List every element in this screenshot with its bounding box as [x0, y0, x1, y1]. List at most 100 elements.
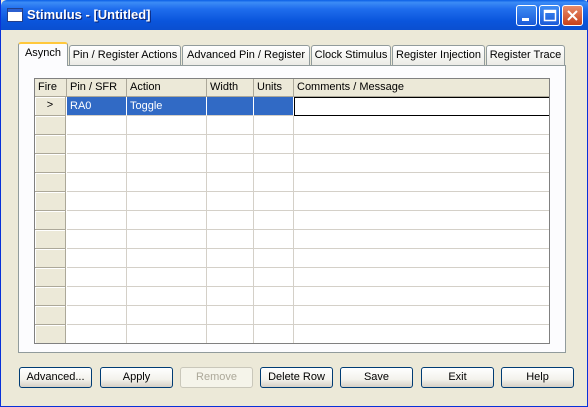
grid-cell-action[interactable]: Toggle — [127, 97, 207, 116]
close-button[interactable] — [562, 5, 583, 26]
grid-cell-width[interactable] — [207, 287, 254, 306]
grid-cell-pin[interactable] — [67, 287, 127, 306]
grid-cell-action[interactable] — [127, 268, 207, 287]
row-fire-button[interactable] — [35, 135, 66, 154]
delete-row-button[interactable]: Delete Row — [260, 367, 333, 388]
column-header-units[interactable]: Units — [254, 79, 294, 97]
grid-cell-action[interactable] — [127, 192, 207, 211]
row-fire-button[interactable] — [35, 325, 66, 343]
stimulus-grid[interactable]: Fire Pin / SFR Action Width Units Commen… — [34, 78, 550, 344]
grid-cell-units[interactable] — [254, 230, 294, 249]
grid-cell-pin[interactable] — [67, 249, 127, 268]
grid-cell-width[interactable] — [207, 211, 254, 230]
grid-cell-comments[interactable] — [294, 116, 549, 135]
grid-cell-action[interactable] — [127, 287, 207, 306]
grid-cell-units[interactable] — [254, 268, 294, 287]
column-header-pin-sfr[interactable]: Pin / SFR — [67, 79, 127, 97]
grid-cell-pin[interactable] — [67, 268, 127, 287]
row-fire-button[interactable] — [35, 154, 66, 173]
grid-cell-action[interactable] — [127, 173, 207, 192]
grid-cell-comments[interactable] — [294, 306, 549, 325]
grid-cell-pin[interactable] — [67, 211, 127, 230]
row-fire-button[interactable] — [35, 306, 66, 325]
grid-cell-comments[interactable] — [294, 211, 549, 230]
grid-cell-units[interactable] — [254, 97, 294, 116]
grid-cell-comments[interactable] — [294, 173, 549, 192]
remove-button[interactable]: Remove — [180, 367, 253, 388]
grid-cell-units[interactable] — [254, 154, 294, 173]
grid-cell-width[interactable] — [207, 268, 254, 287]
grid-cell-comments[interactable] — [294, 154, 549, 173]
tab-clock-stimulus[interactable]: Clock Stimulus — [311, 45, 391, 65]
grid-cell-comments[interactable] — [294, 135, 549, 154]
grid-cell-action[interactable] — [127, 306, 207, 325]
grid-cell-units[interactable] — [254, 211, 294, 230]
tab-register-injection[interactable]: Register Injection — [392, 45, 485, 65]
row-fire-button[interactable] — [35, 268, 66, 287]
grid-cell-width[interactable] — [207, 230, 254, 249]
grid-cell-units[interactable] — [254, 192, 294, 211]
grid-cell-action[interactable] — [127, 230, 207, 249]
row-fire-button[interactable] — [35, 249, 66, 268]
column-header-fire[interactable]: Fire — [35, 79, 67, 97]
grid-cell-comments[interactable] — [294, 97, 549, 116]
grid-cell-action[interactable] — [127, 135, 207, 154]
grid-cell-action[interactable] — [127, 211, 207, 230]
grid-cell-pin[interactable]: RA0 — [67, 97, 127, 116]
exit-button[interactable]: Exit — [421, 367, 494, 388]
row-fire-button[interactable] — [35, 230, 66, 249]
row-fire-button[interactable] — [35, 192, 66, 211]
apply-button[interactable]: Apply — [100, 367, 173, 388]
grid-cell-pin[interactable] — [67, 192, 127, 211]
grid-cell-width[interactable] — [207, 116, 254, 135]
maximize-button[interactable] — [539, 5, 560, 26]
grid-cell-pin[interactable] — [67, 306, 127, 325]
column-header-comments[interactable]: Comments / Message — [294, 79, 549, 97]
row-fire-button[interactable] — [35, 211, 66, 230]
row-fire-button[interactable] — [35, 287, 66, 306]
grid-cell-action[interactable] — [127, 325, 207, 343]
grid-cell-width[interactable] — [207, 306, 254, 325]
grid-cell-width[interactable] — [207, 249, 254, 268]
grid-cell-comments[interactable] — [294, 287, 549, 306]
tab-register-trace[interactable]: Register Trace — [486, 45, 565, 65]
grid-cell-units[interactable] — [254, 135, 294, 154]
grid-cell-pin[interactable] — [67, 325, 127, 343]
grid-cell-width[interactable] — [207, 135, 254, 154]
grid-cell-width[interactable] — [207, 97, 254, 116]
advanced-button[interactable]: Advanced... — [19, 367, 92, 388]
grid-cell-action[interactable] — [127, 154, 207, 173]
grid-cell-units[interactable] — [254, 325, 294, 343]
grid-cell-comments[interactable] — [294, 249, 549, 268]
grid-cell-comments[interactable] — [294, 192, 549, 211]
tab-pin-register-actions[interactable]: Pin / Register Actions — [69, 45, 181, 65]
tab-asynch[interactable]: Asynch — [18, 42, 68, 66]
grid-cell-action[interactable] — [127, 249, 207, 268]
column-header-width[interactable]: Width — [207, 79, 254, 97]
grid-cell-units[interactable] — [254, 249, 294, 268]
row-fire-button[interactable]: > — [35, 97, 66, 116]
column-header-action[interactable]: Action — [127, 79, 207, 97]
grid-cell-units[interactable] — [254, 306, 294, 325]
grid-cell-pin[interactable] — [67, 154, 127, 173]
grid-cell-action[interactable] — [127, 116, 207, 135]
grid-cell-width[interactable] — [207, 154, 254, 173]
grid-cell-pin[interactable] — [67, 116, 127, 135]
grid-cell-comments[interactable] — [294, 230, 549, 249]
grid-cell-pin[interactable] — [67, 135, 127, 154]
minimize-button[interactable] — [516, 5, 537, 26]
grid-cell-width[interactable] — [207, 192, 254, 211]
grid-cell-comments[interactable] — [294, 268, 549, 287]
grid-cell-width[interactable] — [207, 325, 254, 343]
grid-cell-pin[interactable] — [67, 173, 127, 192]
grid-cell-width[interactable] — [207, 173, 254, 192]
grid-cell-comments[interactable] — [294, 325, 549, 343]
help-button[interactable]: Help — [501, 367, 574, 388]
row-fire-button[interactable] — [35, 116, 66, 135]
grid-cell-pin[interactable] — [67, 230, 127, 249]
grid-cell-units[interactable] — [254, 287, 294, 306]
tab-advanced-pin-register[interactable]: Advanced Pin / Register — [182, 45, 310, 65]
title-bar[interactable]: Stimulus - [Untitled] — [1, 0, 588, 30]
grid-cell-units[interactable] — [254, 173, 294, 192]
row-fire-button[interactable] — [35, 173, 66, 192]
